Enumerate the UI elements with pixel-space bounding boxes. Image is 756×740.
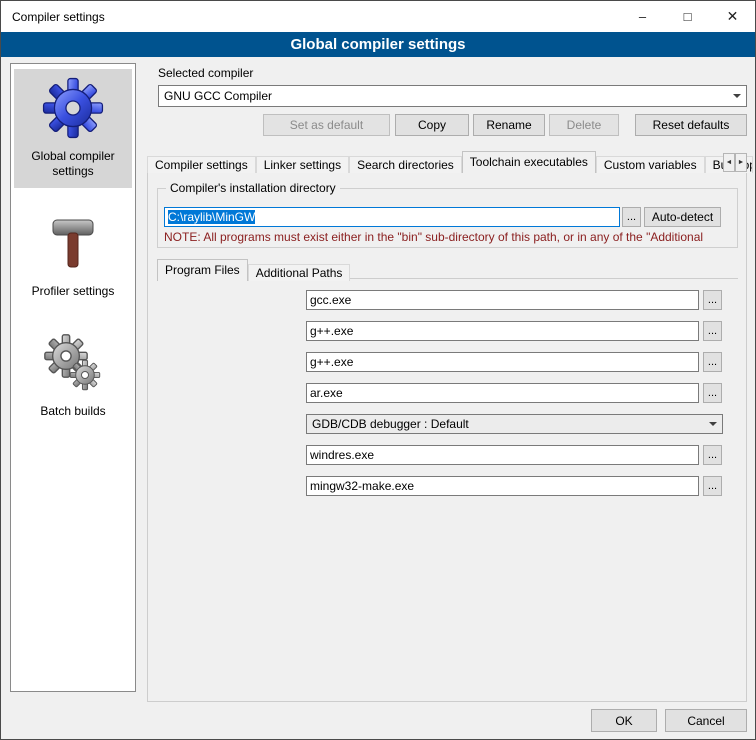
sidebar-item-label: Global compiler settings <box>31 149 114 178</box>
debugger-select-value: GDB/CDB debugger : Default <box>312 417 469 431</box>
bin-subdirectory-note: NOTE: All programs must exist either in … <box>164 230 736 244</box>
maximize-icon[interactable]: □ <box>665 1 710 32</box>
tab-compiler-settings[interactable]: Compiler settings <box>147 156 256 173</box>
copy-button[interactable]: Copy <box>395 114 469 136</box>
installation-directory-value: C:\raylib\MinGW <box>168 210 255 224</box>
c-compiler-browse-button[interactable]: ... <box>703 290 722 310</box>
autodetect-button[interactable]: Auto-detect <box>644 207 721 227</box>
sidebar-item-label: Batch builds <box>40 404 105 418</box>
selected-compiler-label: Selected compiler <box>158 66 253 80</box>
tab-custom-variables[interactable]: Custom variables <box>596 156 705 173</box>
delete-button[interactable]: Delete <box>549 114 619 136</box>
settings-tabstrip: Compiler settingsLinker settingsSearch d… <box>147 150 753 173</box>
ok-button[interactable]: OK <box>591 709 657 732</box>
c-compiler-value: gcc.exe <box>310 293 351 307</box>
subtab-program-files[interactable]: Program Files <box>157 259 248 281</box>
resource-compiler-input[interactable]: windres.exe <box>306 445 699 465</box>
c-compiler-input[interactable]: gcc.exe <box>306 290 699 310</box>
tab-scroll-left-icon[interactable]: ◄ <box>723 153 735 172</box>
set-as-default-button[interactable]: Set as default <box>263 114 390 136</box>
installation-directory-browse-button[interactable]: ... <box>622 207 641 227</box>
chevron-down-icon <box>704 415 722 433</box>
tab-scroll-right-icon[interactable]: ► <box>735 153 747 172</box>
close-icon[interactable]: ✕ <box>710 1 755 32</box>
minimize-icon[interactable]: – <box>620 1 665 32</box>
compiler-select[interactable]: GNU GCC Compiler <box>158 85 747 107</box>
make-program-browse-button[interactable]: ... <box>703 476 722 496</box>
subtab-additional-paths[interactable]: Additional Paths <box>248 264 351 281</box>
rename-button[interactable]: Rename <box>473 114 545 136</box>
installation-directory-group-title: Compiler's installation directory <box>166 181 340 195</box>
make-program-input[interactable]: mingw32-make.exe <box>306 476 699 496</box>
program-files-tabstrip: Program FilesAdditional Paths <box>157 258 350 279</box>
gray-gears-icon <box>41 331 105 395</box>
cancel-button[interactable]: Cancel <box>665 709 747 732</box>
window-title: Compiler settings <box>1 10 620 24</box>
resource-compiler-browse-button[interactable]: ... <box>703 445 722 465</box>
sidebar-item-label: Profiler settings <box>32 284 115 298</box>
tab-search-directories[interactable]: Search directories <box>349 156 462 173</box>
installation-directory-input[interactable]: C:\raylib\MinGW <box>164 207 620 227</box>
make-program-value: mingw32-make.exe <box>310 479 414 493</box>
tab-linker-settings[interactable]: Linker settings <box>256 156 349 173</box>
linker-dynamic-browse-button[interactable]: ... <box>703 352 722 372</box>
linker-dynamic-value: g++.exe <box>310 355 353 369</box>
page-title: Global compiler settings <box>1 32 755 57</box>
cpp-compiler-value: g++.exe <box>310 324 353 338</box>
titlebar: Compiler settings – □ ✕ <box>1 1 755 32</box>
reset-defaults-button[interactable]: Reset defaults <box>635 114 747 136</box>
compiler-select-value: GNU GCC Compiler <box>164 89 272 103</box>
sidebar-item-global-compiler-settings[interactable]: Global compiler settings <box>14 69 132 188</box>
compiler-settings-dialog: Compiler settings – □ ✕ Global compiler … <box>0 0 756 740</box>
settings-sidebar: Global compiler settings Profiler settin… <box>10 63 136 692</box>
chevron-down-icon <box>728 86 746 106</box>
hammer-icon <box>41 211 105 275</box>
linker-static-input[interactable]: ar.exe <box>306 383 699 403</box>
sidebar-item-batch-builds[interactable]: Batch builds <box>14 324 132 428</box>
resource-compiler-value: windres.exe <box>310 448 374 462</box>
debugger-select[interactable]: GDB/CDB debugger : Default <box>306 414 723 434</box>
tab-toolchain-executables[interactable]: Toolchain executables <box>462 151 596 173</box>
linker-dynamic-input[interactable]: g++.exe <box>306 352 699 372</box>
cpp-compiler-input[interactable]: g++.exe <box>306 321 699 341</box>
linker-static-browse-button[interactable]: ... <box>703 383 722 403</box>
toolchain-executables-panel <box>147 171 747 702</box>
blue-gear-icon <box>41 76 105 140</box>
sidebar-item-profiler-settings[interactable]: Profiler settings <box>14 204 132 308</box>
linker-static-value: ar.exe <box>310 386 343 400</box>
cpp-compiler-browse-button[interactable]: ... <box>703 321 722 341</box>
